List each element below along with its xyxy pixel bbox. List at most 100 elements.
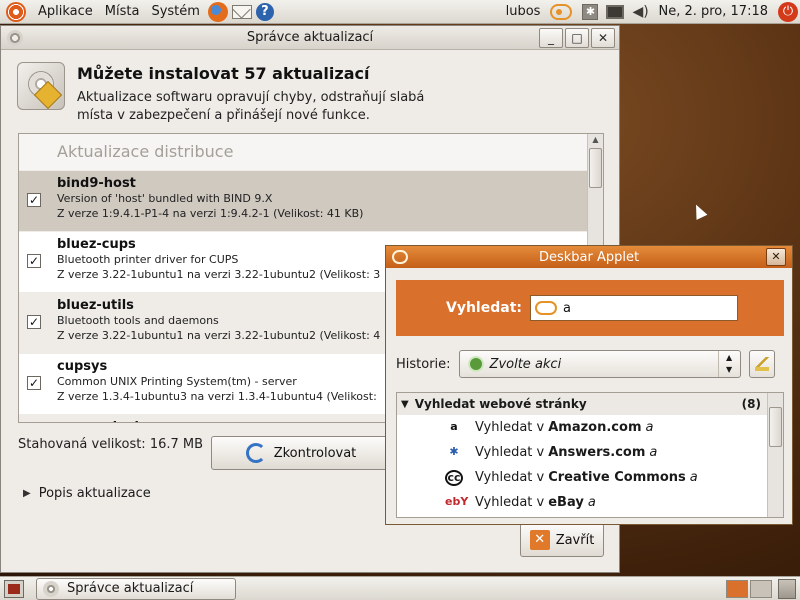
result-query: a — [689, 470, 698, 485]
package-name: bind9-host — [57, 176, 136, 191]
clock[interactable]: Ne, 2. pro, 17:18 — [654, 4, 772, 19]
result-prefix: Vyhledat v — [475, 420, 545, 435]
search-band: Vyhledat: a — [396, 280, 784, 336]
workspace-2[interactable] — [750, 579, 772, 598]
result-site: Creative Commons — [548, 470, 686, 485]
update-manager-app-icon — [7, 30, 23, 46]
list-item[interactable]: a Vyhledat v Amazon.com a — [397, 415, 783, 440]
package-checkbox[interactable]: ✓ — [27, 254, 41, 268]
package-checkbox[interactable]: ✓ — [27, 193, 41, 207]
package-description: Version of 'host' bundled with BIND 9.X — [57, 192, 273, 205]
scroll-thumb[interactable] — [589, 148, 602, 188]
result-query: a — [587, 495, 596, 510]
search-label: Vyhledat: — [446, 300, 522, 316]
refresh-icon — [245, 443, 266, 463]
history-value: Zvolte akci — [489, 356, 562, 372]
history-label: Historie: — [396, 356, 451, 372]
result-prefix: Vyhledat v — [475, 470, 545, 485]
result-query: a — [645, 420, 654, 435]
search-input[interactable]: a — [529, 295, 738, 321]
mouse-cursor-icon — [690, 202, 708, 220]
description-expander[interactable]: ▶ Popis aktualizace — [23, 486, 151, 501]
menu-places[interactable]: Místa — [99, 4, 146, 19]
result-site: Answers.com — [548, 445, 646, 460]
deskbar-app-icon — [392, 250, 408, 264]
top-panel: Aplikace Místa Systém ? lubos ✱ ◀) Ne, 2… — [0, 0, 800, 24]
deskbar-window: Deskbar Applet ✕ Vyhledat: a Historie: Z… — [385, 245, 793, 525]
result-site: eBay — [548, 495, 584, 510]
notification-icon[interactable]: ✱ — [582, 3, 599, 20]
user-name[interactable]: lubos — [502, 4, 545, 19]
volume-icon[interactable]: ◀) — [632, 4, 650, 20]
firefox-icon[interactable] — [207, 1, 228, 22]
result-prefix: Vyhledat v — [475, 495, 545, 510]
list-item[interactable]: cc Vyhledat v Creative Commons a — [397, 465, 783, 490]
mail-launcher[interactable] — [231, 2, 252, 22]
creative-commons-icon: cc — [445, 469, 463, 486]
download-size: Stahovaná velikost: 16.7 MB — [18, 437, 204, 452]
results-count: (8) — [741, 397, 761, 411]
action-icon — [467, 356, 484, 372]
expander-arrow-icon: ▶ — [23, 488, 31, 499]
close-window-button[interactable]: ✕ — [591, 28, 615, 48]
result-site: Amazon.com — [548, 420, 642, 435]
maximize-button[interactable]: □ — [565, 28, 589, 48]
list-item[interactable]: ✱ Vyhledat v Answers.com a — [397, 440, 783, 465]
trash-icon[interactable] — [778, 578, 796, 599]
minimize-button[interactable]: _ — [539, 28, 563, 48]
network-icon[interactable] — [606, 4, 625, 19]
result-query: a — [649, 445, 658, 460]
menu-system[interactable]: Systém — [145, 4, 205, 19]
package-version: Z verze 1:9.4.1-P1-4 na verzi 1:9.4.2-1 … — [57, 207, 364, 220]
search-value: a — [562, 300, 571, 316]
package-checkbox[interactable]: ✓ — [27, 376, 41, 390]
deskbar-icon[interactable] — [550, 3, 573, 20]
results-group-header[interactable]: ▼ Vyhledat webové stránky (8) — [397, 393, 783, 415]
mail-icon — [231, 4, 252, 19]
ebay-icon: ebY — [445, 494, 469, 508]
ubuntu-logo-icon[interactable] — [6, 1, 26, 22]
check-button-label: Zkontrolovat — [273, 445, 357, 461]
deskbar-titlebar[interactable]: Deskbar Applet ✕ — [386, 246, 792, 268]
updates-description: Aktualizace softwaru opravují chyby, ods… — [77, 90, 425, 123]
menu-applications[interactable]: Aplikace — [32, 4, 99, 19]
close-button-label: Zavřít — [555, 532, 595, 548]
amazon-icon: a — [450, 419, 458, 433]
results-scrollbar[interactable] — [767, 393, 783, 517]
scroll-thumb[interactable] — [769, 407, 782, 447]
answers-icon: ✱ — [449, 444, 459, 458]
close-icon: ✕ — [529, 530, 550, 550]
list-item[interactable]: ebY Vyhledat v eBay a — [397, 490, 783, 515]
workspace-1[interactable] — [726, 579, 748, 598]
software-update-icon — [17, 62, 65, 110]
window-title: Správce aktualizací — [246, 30, 374, 45]
show-desktop-icon[interactable] — [4, 579, 24, 598]
close-button[interactable]: ✕ Zavřít — [520, 523, 604, 557]
clear-history-button[interactable] — [748, 350, 775, 378]
updates-heading: Můžete instalovat 57 aktualizací — [77, 64, 370, 83]
broom-icon — [754, 357, 769, 371]
package-checkbox[interactable]: ✓ — [27, 315, 41, 329]
deskbar-title: Deskbar Applet — [538, 249, 640, 265]
chevron-updown-icon: ▲ ▼ — [717, 351, 740, 377]
scroll-up-arrow[interactable]: ▲ — [588, 134, 603, 146]
power-icon[interactable]: ⏻ — [778, 1, 798, 22]
update-window-titlebar[interactable]: Správce aktualizací _ □ ✕ — [1, 26, 619, 50]
bottom-panel: Správce aktualizací — [0, 576, 800, 600]
results-list[interactable]: ▼ Vyhledat webové stránky (8) a Vyhledat… — [396, 392, 784, 518]
section-title: Aktualizace distribuce — [19, 134, 603, 170]
deskbar-search-icon — [534, 301, 557, 315]
task-label: Správce aktualizací — [67, 581, 194, 596]
list-item[interactable]: ✓ bind9-host Version of 'host' bundled w… — [19, 170, 603, 231]
result-prefix: Vyhledat v — [475, 445, 545, 460]
check-button[interactable]: Zkontrolovat — [211, 436, 391, 470]
results-group-title: Vyhledat webové stránky — [414, 397, 587, 411]
taskbar-button-update-manager[interactable]: Správce aktualizací — [36, 577, 236, 600]
history-combobox[interactable]: Zvolte akci ▲ ▼ — [458, 350, 741, 378]
deskbar-close-button[interactable]: ✕ — [766, 248, 786, 266]
expand-arrow-icon: ▼ — [401, 398, 409, 410]
expander-label: Popis aktualizace — [38, 486, 151, 501]
workspace-switcher[interactable] — [726, 579, 772, 598]
help-icon[interactable]: ? — [255, 2, 274, 21]
top-panel-tray: lubos ✱ ◀) Ne, 2. pro, 17:18 ⏻ — [502, 0, 800, 24]
